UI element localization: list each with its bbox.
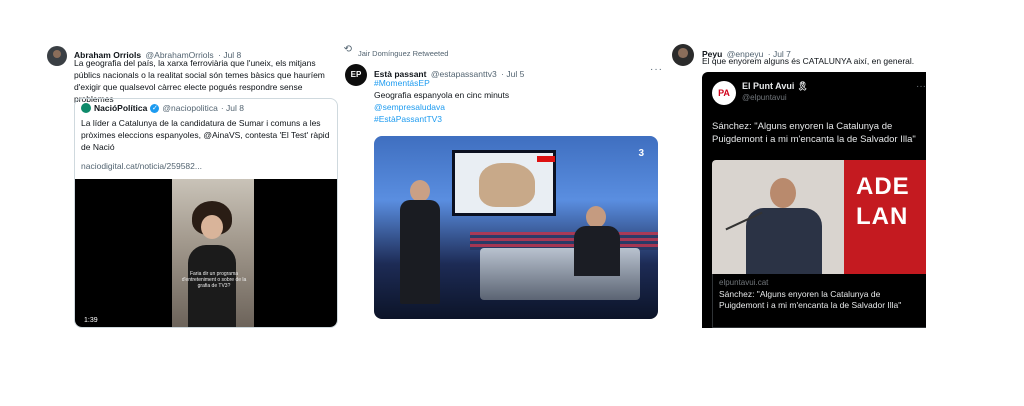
embedded-tweet-card[interactable]: PA El Punt Avui 🎗 @elpuntavui ··· Sánche… <box>702 72 926 328</box>
retweet-icon: ⟲ <box>343 44 352 55</box>
tweet-peyu[interactable]: Peyu @enpeyu · Jul 7 El que enyorem algu… <box>668 38 926 328</box>
video-player[interactable]: Faria dir un programa d'entreteniment o … <box>75 179 337 327</box>
link-title: Sánchez: "Alguns enyoren la Catalunya de… <box>719 289 902 310</box>
article-photo[interactable]: ADE LAN <box>712 160 926 274</box>
quote-date: · Jul 8 <box>220 103 244 113</box>
quoted-tweet[interactable]: NacióPolítica ✓ @naciopolitica · Jul 8 L… <box>74 98 338 328</box>
spain-map <box>479 163 535 207</box>
tweet-text-block: #MomentásEP Geografia espanyola en cinc … <box>374 77 634 125</box>
yellow-ribbon-icon: 🎗 <box>796 81 809 91</box>
el-punt-avui-logo[interactable]: PA <box>712 81 736 105</box>
tweet-abraham-orriols[interactable]: Abraham Orriols @AbrahamOrriols · Jul 8 … <box>40 38 346 328</box>
hashtag-link[interactable]: #EstàPassantTV3 <box>374 113 634 125</box>
verified-badge-icon: ✓ <box>150 103 160 113</box>
video-duration: 1:39 <box>81 316 101 325</box>
quoted-tweet-header: NacióPolítica ✓ @naciopolitica · Jul 8 <box>81 103 244 113</box>
ep-logo: EP <box>350 70 362 79</box>
video-person <box>188 201 236 327</box>
presenter-standing <box>400 180 440 304</box>
more-options-icon[interactable]: ··· <box>650 64 663 75</box>
tweet-text: El que enyorem alguns és CATALUNYA així,… <box>702 56 915 66</box>
author-avatar[interactable]: EP <box>345 64 367 86</box>
tweet-esta-passant[interactable]: ⟲ Jair Domínguez Retweeted EP Està passa… <box>338 44 666 334</box>
screen-tag <box>537 156 555 162</box>
studio-screen <box>452 150 556 216</box>
quote-author-avatar <box>81 103 91 113</box>
author-avatar[interactable] <box>47 46 67 66</box>
wall-text-line-1: ADE <box>856 173 910 200</box>
author-avatar[interactable] <box>672 44 694 66</box>
quote-link[interactable]: naciodigital.cat/noticia/259582... <box>81 160 202 172</box>
tv3-logo: 3 <box>638 148 644 159</box>
link-preview[interactable]: elpuntavui.cat Sánchez: "Alguns enyoren … <box>712 274 926 328</box>
quote-author-name: NacióPolítica <box>94 103 148 113</box>
source-handle[interactable]: @elpuntavui <box>742 93 787 102</box>
video-caption: Faria dir un programa d'entreteniment o … <box>181 271 247 289</box>
mention-link[interactable]: @sempresaludava <box>374 101 634 113</box>
retweet-label[interactable]: Jair Domínguez Retweeted <box>358 49 448 58</box>
source-name-text: El Punt Avui <box>742 81 795 91</box>
speaker-figure <box>746 178 822 274</box>
quote-author-handle: @naciopolitica <box>162 103 218 113</box>
quote-text: La líder a Catalunya de la candidatura d… <box>81 118 330 152</box>
red-wall-text: ADE LAN <box>844 160 926 274</box>
card-headline: Sánchez: "Alguns enyoren la Catalunya de… <box>712 121 916 145</box>
presenter-seated <box>574 206 620 276</box>
more-options-icon[interactable]: ··· <box>916 81 926 92</box>
link-domain: elpuntavui.cat <box>719 278 769 287</box>
tweet-image[interactable]: 3 <box>374 136 658 319</box>
wall-text-line-2: LAN <box>856 203 909 230</box>
source-name[interactable]: El Punt Avui 🎗 <box>742 81 808 92</box>
video-frame: Faria dir un programa d'entreteniment o … <box>172 179 254 327</box>
hashtag-link[interactable]: #MomentásEP <box>374 77 634 89</box>
tweet-text: Geografia espanyola en cinc minuts <box>374 90 510 100</box>
